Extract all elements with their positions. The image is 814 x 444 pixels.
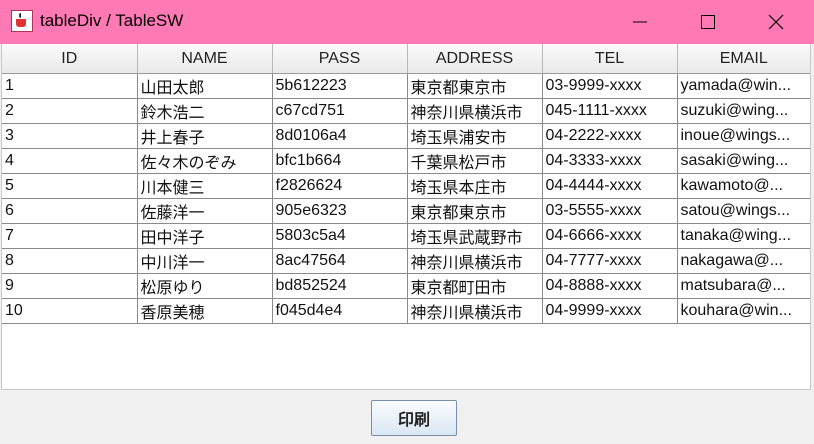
cell-email[interactable]: nakagawa@... xyxy=(677,248,810,274)
cell-tel[interactable]: 04-7777-xxxx xyxy=(542,248,678,274)
cell-email[interactable]: inoue@wings... xyxy=(677,123,810,149)
cell-tel[interactable]: 03-5555-xxxx xyxy=(542,198,678,224)
cell-name[interactable]: 松原ゆり xyxy=(137,273,273,299)
column-header-email[interactable]: EMAIL xyxy=(677,44,810,74)
table-row[interactable]: 5 川本健三 f2826624 埼玉県本庄市 04-4444-xxxx kawamoto@… xyxy=(2,173,810,199)
window-content: ID NAME PASS ADDRESS TEL EMAIL 1 山田太郎 5b61… xyxy=(0,44,814,444)
cell-name[interactable]: 井上春子 xyxy=(137,123,273,149)
table-row[interactable]: 8 中川洋一 8ac47564 神奈川県横浜市 04-7777-xxxx nakagawa… xyxy=(2,248,810,274)
cell-id[interactable]: 8 xyxy=(2,248,138,274)
cell-address[interactable]: 東京都東京市 xyxy=(407,198,543,224)
table-header-row: ID NAME PASS ADDRESS TEL EMAIL xyxy=(2,44,810,74)
cell-tel[interactable]: 03-9999-xxxx xyxy=(542,73,678,99)
cell-pass[interactable]: bd852524 xyxy=(272,273,408,299)
cell-email[interactable]: kawamoto@... xyxy=(677,173,810,199)
column-header-address[interactable]: ADDRESS xyxy=(407,44,543,74)
cell-email[interactable]: suzuki@wing... xyxy=(677,98,810,124)
cell-name[interactable]: 山田太郎 xyxy=(137,73,273,99)
column-header-tel[interactable]: TEL xyxy=(542,44,678,74)
cell-id[interactable]: 3 xyxy=(2,123,138,149)
cell-pass[interactable]: 905e6323 xyxy=(272,198,408,224)
data-table[interactable]: ID NAME PASS ADDRESS TEL EMAIL 1 山田太郎 5b61… xyxy=(2,44,810,324)
cell-id[interactable]: 9 xyxy=(2,273,138,299)
column-header-id[interactable]: ID xyxy=(2,44,138,74)
cell-email[interactable]: satou@wings... xyxy=(677,198,810,224)
cell-tel[interactable]: 04-6666-xxxx xyxy=(542,223,678,249)
cell-name[interactable]: 佐々木のぞみ xyxy=(137,148,273,174)
cell-tel[interactable]: 045-1111-xxxx xyxy=(542,98,678,124)
cell-address[interactable]: 東京都東京市 xyxy=(407,73,543,99)
cell-id[interactable]: 5 xyxy=(2,173,138,199)
cell-pass[interactable]: 8ac47564 xyxy=(272,248,408,274)
table-row[interactable]: 4 佐々木のぞみ bfc1b664 千葉県松戸市 04-3333-xxxx sasaki@… xyxy=(2,148,810,174)
table-row[interactable]: 9 松原ゆり bd852524 東京都町田市 04-8888-xxxx matsubara… xyxy=(2,273,810,299)
cell-id[interactable]: 10 xyxy=(2,298,138,324)
window-title: tableDiv / TableSW xyxy=(40,11,184,30)
cell-name[interactable]: 川本健三 xyxy=(137,173,273,199)
table-row[interactable]: 10 香原美穂 f045d4e4 神奈川県横浜市 04-9999-xxxx kouhara… xyxy=(2,298,810,324)
table-row[interactable]: 1 山田太郎 5b612223 東京都東京市 03-9999-xxxx yamada@wi… xyxy=(2,73,810,99)
minimize-button[interactable] xyxy=(606,0,674,44)
cell-email[interactable]: yamada@win... xyxy=(677,73,810,99)
cell-address[interactable]: 埼玉県本庄市 xyxy=(407,173,543,199)
cell-email[interactable]: sasaki@wing... xyxy=(677,148,810,174)
column-header-pass[interactable]: PASS xyxy=(272,44,408,74)
cell-address[interactable]: 埼玉県武蔵野市 xyxy=(407,223,543,249)
cell-tel[interactable]: 04-2222-xxxx xyxy=(542,123,678,149)
cell-name[interactable]: 田中洋子 xyxy=(137,223,273,249)
cell-pass[interactable]: 8d0106a4 xyxy=(272,123,408,149)
cell-pass[interactable]: 5803c5a4 xyxy=(272,223,408,249)
table-row[interactable]: 2 鈴木浩二 c67cd751 神奈川県横浜市 045-1111-xxxx suzuki@… xyxy=(2,98,810,124)
table-row[interactable]: 7 田中洋子 5803c5a4 埼玉県武蔵野市 04-6666-xxxx tanaka@w… xyxy=(2,223,810,249)
maximize-icon xyxy=(701,15,715,29)
print-button[interactable]: 印刷 xyxy=(371,400,457,436)
cell-tel[interactable]: 04-3333-xxxx xyxy=(542,148,678,174)
cell-id[interactable]: 7 xyxy=(2,223,138,249)
cell-address[interactable]: 千葉県松戸市 xyxy=(407,148,543,174)
cell-tel[interactable]: 04-8888-xxxx xyxy=(542,273,678,299)
table-row[interactable]: 6 佐藤洋一 905e6323 東京都東京市 03-5555-xxxx satou@win… xyxy=(2,198,810,224)
cell-name[interactable]: 鈴木浩二 xyxy=(137,98,273,124)
cell-email[interactable]: matsubara@... xyxy=(677,273,810,299)
cell-pass[interactable]: bfc1b664 xyxy=(272,148,408,174)
cell-name[interactable]: 香原美穂 xyxy=(137,298,273,324)
cell-id[interactable]: 4 xyxy=(2,148,138,174)
cell-address[interactable]: 埼玉県浦安市 xyxy=(407,123,543,149)
cell-address[interactable]: 神奈川県横浜市 xyxy=(407,98,543,124)
close-button[interactable] xyxy=(742,0,810,44)
column-header-name[interactable]: NAME xyxy=(137,44,273,74)
cell-email[interactable]: tanaka@wing... xyxy=(677,223,810,249)
cell-tel[interactable]: 04-9999-xxxx xyxy=(542,298,678,324)
cell-pass[interactable]: c67cd751 xyxy=(272,98,408,124)
cell-id[interactable]: 2 xyxy=(2,98,138,124)
cell-id[interactable]: 1 xyxy=(2,73,138,99)
table-scroll-pane[interactable]: ID NAME PASS ADDRESS TEL EMAIL 1 山田太郎 5b61… xyxy=(1,44,811,390)
cell-id[interactable]: 6 xyxy=(2,198,138,224)
close-icon xyxy=(768,14,784,30)
cell-pass[interactable]: f2826624 xyxy=(272,173,408,199)
cell-address[interactable]: 神奈川県横浜市 xyxy=(407,298,543,324)
minimize-icon xyxy=(633,21,647,23)
cell-address[interactable]: 東京都町田市 xyxy=(407,273,543,299)
cell-email[interactable]: kouhara@win... xyxy=(677,298,810,324)
table-body: 1 山田太郎 5b612223 東京都東京市 03-9999-xxxx yamada@wi… xyxy=(2,73,810,324)
cell-name[interactable]: 中川洋一 xyxy=(137,248,273,274)
maximize-button[interactable] xyxy=(674,0,742,44)
cell-address[interactable]: 神奈川県横浜市 xyxy=(407,248,543,274)
cell-name[interactable]: 佐藤洋一 xyxy=(137,198,273,224)
cell-pass[interactable]: 5b612223 xyxy=(272,73,408,99)
java-cup-icon[interactable] xyxy=(11,10,33,32)
title-bar[interactable]: tableDiv / TableSW xyxy=(0,0,814,44)
cell-pass[interactable]: f045d4e4 xyxy=(272,298,408,324)
cell-tel[interactable]: 04-4444-xxxx xyxy=(542,173,678,199)
table-row[interactable]: 3 井上春子 8d0106a4 埼玉県浦安市 04-2222-xxxx inoue@win… xyxy=(2,123,810,149)
